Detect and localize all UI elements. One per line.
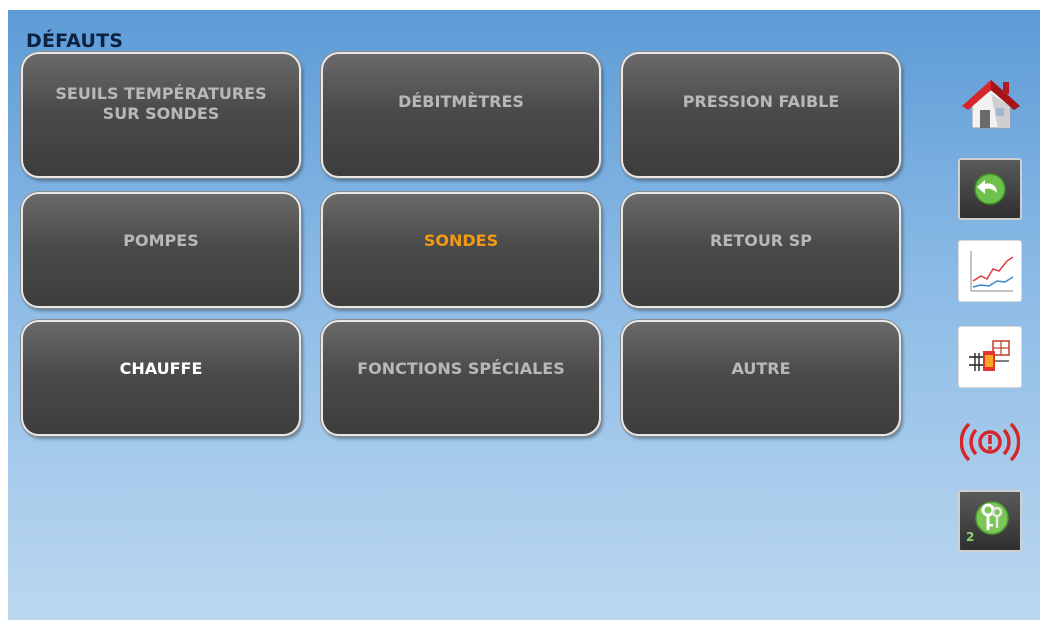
button-retour-sp[interactable]: RETOUR SP bbox=[621, 192, 901, 308]
button-debitmetres[interactable]: DÉBITMÈTRES bbox=[321, 52, 601, 178]
button-label: AUTRE bbox=[731, 359, 791, 378]
schematic-icon[interactable] bbox=[958, 326, 1022, 388]
button-seuils-temperatures[interactable]: SEUILS TEMPÉRATURES SUR SONDES bbox=[21, 52, 301, 178]
button-label: FONCTIONS SPÉCIALES bbox=[357, 359, 565, 378]
trend-chart-icon[interactable] bbox=[958, 240, 1022, 302]
button-label: CHAUFFE bbox=[119, 359, 203, 378]
button-label: PRESSION FAIBLE bbox=[682, 92, 840, 111]
button-label: DÉBITMÈTRES bbox=[398, 92, 524, 111]
access-keys-icon[interactable]: 2 bbox=[958, 490, 1022, 552]
button-chauffe[interactable]: CHAUFFE bbox=[21, 320, 301, 436]
button-label: SONDES bbox=[423, 231, 499, 250]
button-pression-faible[interactable]: PRESSION FAIBLE bbox=[621, 52, 901, 178]
access-level-label: 2 bbox=[966, 530, 975, 544]
button-pompes[interactable]: POMPES bbox=[21, 192, 301, 308]
button-sondes[interactable]: SONDES bbox=[321, 192, 601, 308]
button-autre[interactable]: AUTRE bbox=[621, 320, 901, 436]
button-label: RETOUR SP bbox=[710, 231, 812, 250]
back-icon[interactable] bbox=[958, 158, 1022, 220]
button-fonctions-speciales[interactable]: FONCTIONS SPÉCIALES bbox=[321, 320, 601, 436]
alarm-icon[interactable] bbox=[959, 414, 1021, 470]
page-title: DÉFAUTS bbox=[26, 30, 124, 52]
home-icon[interactable] bbox=[958, 72, 1024, 134]
button-label: POMPES bbox=[123, 231, 199, 250]
defaults-screen: DÉFAUTS SEUILS TEMPÉRATURES SUR SONDES D… bbox=[8, 10, 1040, 620]
button-label: SEUILS TEMPÉRATURES SUR SONDES bbox=[55, 84, 267, 123]
